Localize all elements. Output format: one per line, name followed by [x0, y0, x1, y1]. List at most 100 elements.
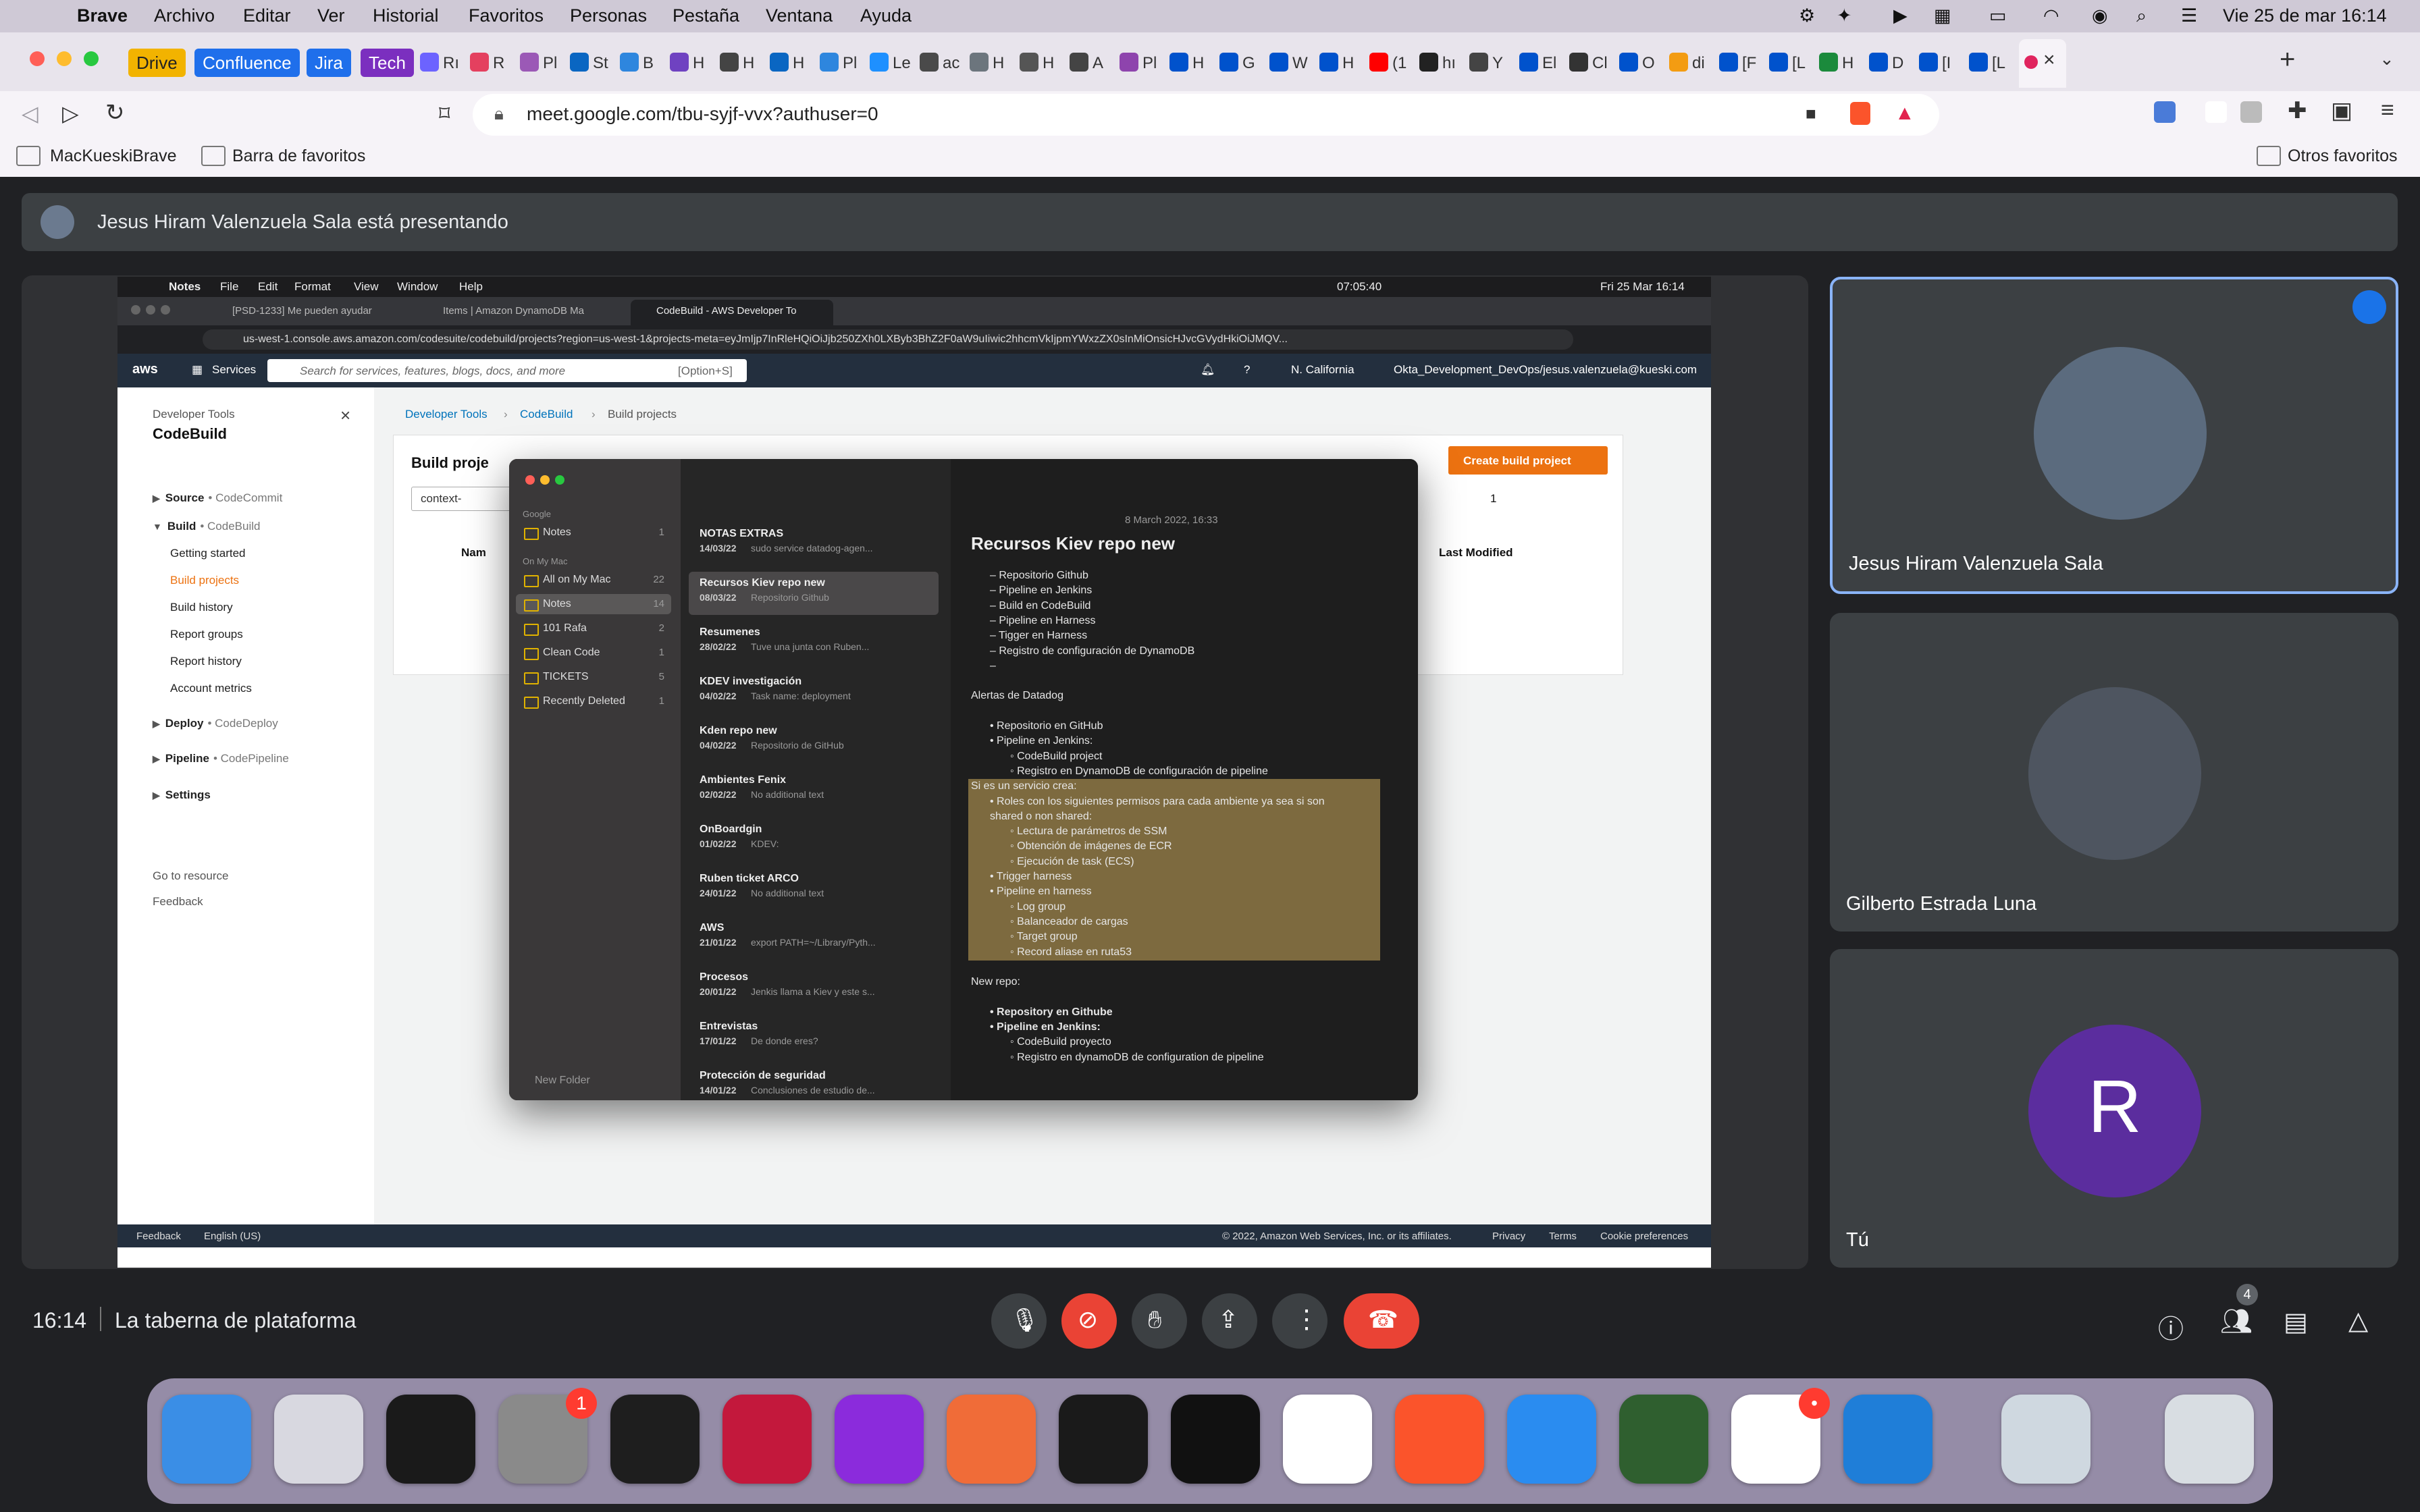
- browser-tab[interactable]: [L: [1992, 54, 2005, 73]
- camera-button[interactable]: ⊘: [1061, 1293, 1117, 1349]
- xmind-icon[interactable]: [1619, 1395, 1708, 1484]
- browser-tab[interactable]: G: [1242, 54, 1255, 73]
- window-minimize-button[interactable]: [57, 51, 72, 66]
- preview-icon[interactable]: [2001, 1395, 2090, 1484]
- puzzle-icon[interactable]: ✚: [2288, 97, 2307, 124]
- browser-tab[interactable]: Y: [1492, 54, 1503, 73]
- raise-hand-button[interactable]: ✋︎: [1132, 1293, 1187, 1349]
- control-center-icon[interactable]: ☰: [2181, 5, 2197, 26]
- browser-tab[interactable]: H: [1342, 54, 1354, 73]
- safari-icon[interactable]: [1507, 1395, 1596, 1484]
- close-tab-icon[interactable]: ×: [2043, 49, 2055, 72]
- browser-tab[interactable]: Cl: [1592, 54, 1608, 73]
- browser-tab[interactable]: A: [1093, 54, 1103, 73]
- browser-tab[interactable]: El: [1542, 54, 1556, 73]
- rubymine-icon[interactable]: [722, 1395, 812, 1484]
- browser-tab[interactable]: O: [1642, 54, 1655, 73]
- pinned-tab-drive[interactable]: Drive: [128, 49, 186, 77]
- chat-icon[interactable]: ▤: [2284, 1307, 2308, 1337]
- browser-tab[interactable]: Pl: [843, 54, 857, 73]
- extension-b-icon[interactable]: [2205, 101, 2227, 123]
- browser-tab[interactable]: H: [1043, 54, 1054, 73]
- browser-tab[interactable]: R: [493, 54, 504, 73]
- launchpad-icon[interactable]: [274, 1395, 363, 1484]
- participant-tile-gilberto[interactable]: Gilberto Estrada Luna: [1830, 613, 2398, 932]
- new-tab-button[interactable]: +: [2280, 45, 2295, 75]
- participant-tile-self[interactable]: R Tú: [1830, 949, 2398, 1268]
- menu-archivo[interactable]: Archivo: [154, 5, 215, 26]
- terminal-icon[interactable]: [1059, 1395, 1148, 1484]
- status-app-icon[interactable]: ✦: [1837, 5, 1852, 26]
- browser-tab[interactable]: [I: [1942, 54, 1951, 73]
- menu-editar[interactable]: Editar: [243, 5, 291, 26]
- active-tab[interactable]: ×: [2019, 39, 2066, 88]
- user-icon[interactable]: ◉: [2092, 5, 2108, 26]
- browser-tab[interactable]: hı: [1442, 54, 1456, 73]
- browser-tab[interactable]: B: [643, 54, 654, 73]
- browser-tab[interactable]: ac: [943, 54, 959, 73]
- tab-search-chevron-icon[interactable]: ⌄: [2379, 49, 2394, 70]
- play-icon[interactable]: ▶: [1893, 5, 1908, 26]
- activities-icon[interactable]: △: [2348, 1305, 2368, 1336]
- brave-icon[interactable]: [1395, 1395, 1484, 1484]
- browser-tab[interactable]: [L: [1792, 54, 1806, 73]
- browser-tab[interactable]: Rı: [443, 54, 459, 73]
- window-zoom-button[interactable]: [84, 51, 99, 66]
- info-icon[interactable]: ⓘ: [2158, 1308, 2184, 1345]
- browser-tab[interactable]: [F: [1742, 54, 1756, 73]
- browser-tab[interactable]: (1: [1392, 54, 1406, 73]
- vscode-icon[interactable]: [1843, 1395, 1932, 1484]
- menu-personas[interactable]: Personas: [570, 5, 647, 26]
- pinned-tab-confluence[interactable]: Confluence: [194, 49, 300, 77]
- browser-tab[interactable]: W: [1292, 54, 1308, 73]
- bookmark-mackueskibrave[interactable]: MacKueskiBrave: [50, 146, 177, 166]
- bookmark-barra-de-favoritos[interactable]: Barra de favoritos: [232, 146, 365, 166]
- leave-call-button[interactable]: ☎︎: [1344, 1293, 1419, 1349]
- chrome-icon[interactable]: [1283, 1395, 1372, 1484]
- menu-ayuda[interactable]: Ayuda: [860, 5, 912, 26]
- browser-tab[interactable]: di: [1692, 54, 1705, 73]
- participant-tile-jesus[interactable]: Jesus Hiram Valenzuela Sala: [1830, 277, 2398, 594]
- keyboard-icon[interactable]: ▦: [1934, 5, 1951, 26]
- finder-icon[interactable]: [162, 1395, 251, 1484]
- mic-button[interactable]: 🎙︎: [991, 1293, 1047, 1349]
- browser-tab[interactable]: H: [1842, 54, 1853, 73]
- people-icon[interactable]: 👥︎: [2220, 1307, 2253, 1336]
- window-close-button[interactable]: [30, 51, 45, 66]
- browser-tab[interactable]: H: [743, 54, 754, 73]
- trash-icon[interactable]: [2165, 1395, 2254, 1484]
- menu-ventana[interactable]: Ventana: [766, 5, 833, 26]
- forward-icon[interactable]: ▷: [62, 101, 79, 126]
- address-bar[interactable]: 🔒︎ meet.google.com/tbu-syjf-vvx?authuser…: [473, 94, 1939, 136]
- wallet-icon[interactable]: ▣: [2331, 97, 2352, 124]
- translate-extension-icon[interactable]: [2154, 101, 2176, 123]
- reload-icon[interactable]: ↻: [105, 99, 125, 126]
- bookmark-otros-favoritos[interactable]: Otros favoritos: [2288, 146, 2398, 166]
- browser-tab[interactable]: H: [1192, 54, 1204, 73]
- menu-historial[interactable]: Historial: [373, 5, 439, 26]
- screenshot-extension-icon[interactable]: [2240, 101, 2262, 123]
- browser-tab[interactable]: H: [993, 54, 1004, 73]
- intellij-icon[interactable]: [835, 1395, 924, 1484]
- battery-icon[interactable]: ▭: [1989, 5, 2007, 26]
- search-icon[interactable]: ⌕: [2136, 5, 2147, 27]
- back-icon[interactable]: ◁: [22, 101, 38, 126]
- menu-app-name[interactable]: Brave: [77, 5, 128, 26]
- browser-tab[interactable]: H: [693, 54, 704, 73]
- postman-icon[interactable]: [947, 1395, 1036, 1484]
- activity-monitor-icon[interactable]: [386, 1395, 475, 1484]
- brave-shields-icon[interactable]: [1850, 102, 1870, 125]
- present-button[interactable]: ⇪: [1202, 1293, 1257, 1349]
- status-gear-icon[interactable]: ⚙: [1799, 5, 1815, 26]
- wifi-icon[interactable]: ◠: [2043, 5, 2059, 26]
- menu-icon[interactable]: ≡: [2381, 97, 2394, 124]
- bookmark-icon[interactable]: ⌑: [439, 101, 450, 126]
- pinned-tab-tech[interactable]: Tech: [361, 49, 414, 77]
- brave-rewards-icon[interactable]: ▲: [1895, 102, 1915, 125]
- menu-pestana[interactable]: Pestaña: [673, 5, 739, 26]
- camera-icon[interactable]: ■: [1806, 103, 1816, 124]
- browser-tab[interactable]: D: [1892, 54, 1903, 73]
- menubar-clock[interactable]: Vie 25 de mar 16:14: [2223, 5, 2387, 26]
- menu-ver[interactable]: Ver: [317, 5, 345, 26]
- pinned-tab-jira[interactable]: Jira: [307, 49, 351, 77]
